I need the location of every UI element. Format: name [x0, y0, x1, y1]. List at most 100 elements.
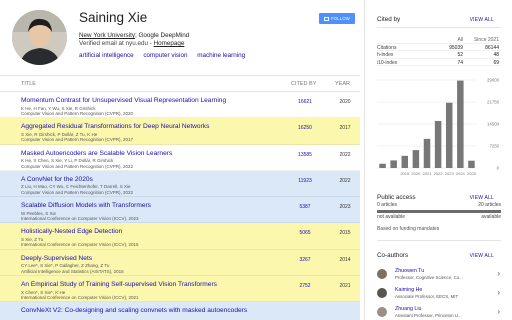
chart-bar-2018[interactable]	[390, 160, 397, 168]
cited-by-count-link[interactable]: 16621	[290, 99, 320, 105]
metrics-row: h-index 52 48	[377, 51, 501, 59]
table-row: Deeply-Supervised Nets CY Lee*, S Xie*, …	[0, 249, 360, 277]
x-tick-label: 2024	[456, 171, 466, 176]
y-tick-label: 7250	[489, 144, 499, 149]
metrics-row: i10-index 74 69	[377, 59, 501, 66]
profile-email: Verified email at nyu.edu - Homepage	[79, 40, 339, 48]
chart-bar-2021[interactable]	[423, 138, 431, 168]
article-venue: Computer Vision and Pattern Recognition …	[21, 137, 133, 143]
coauthor-item[interactable]: Zhuang Liu Assistant Professor, Princeto…	[377, 306, 507, 320]
article-title-link[interactable]: Scalable Diffusion Models with Transform…	[21, 202, 261, 209]
chevron-right-icon[interactable]: ›	[497, 308, 500, 316]
year-column-header[interactable]: YEAR	[335, 81, 350, 87]
coauthor-name[interactable]: Kaiming He	[395, 287, 422, 293]
cited-by-count-link[interactable]: 5065	[290, 230, 320, 236]
article-title-link[interactable]: An Empirical Study of Training Self-supe…	[21, 281, 261, 288]
public-access-title: Public access	[377, 194, 416, 201]
profile-photo	[12, 10, 67, 65]
article-title-link[interactable]: ConvNeXt V2: Co-designing and scaling co…	[21, 307, 261, 314]
cited-by-count-link[interactable]: 5387	[290, 204, 320, 210]
coauthor-name[interactable]: Zhuang Liu	[395, 306, 422, 312]
table-row: A ConvNet for the 2020s Z Liu, H Mao, CY…	[0, 170, 360, 198]
follow-button[interactable]: FOLLOW	[319, 13, 355, 24]
article-year: 2023	[339, 204, 351, 211]
profile-info: Saining Xie New York University; Google …	[79, 10, 339, 60]
metric-all-value: 74	[457, 59, 463, 66]
chart-bar-2024[interactable]	[457, 80, 464, 168]
metric-label: Citations	[377, 44, 397, 51]
articles-list: Momentum Contrast for Unsupervised Visua…	[0, 92, 360, 320]
chart-bar-2023[interactable]	[445, 102, 453, 168]
homepage-link[interactable]: Homepage	[154, 40, 185, 47]
chart-bar-2017[interactable]	[379, 163, 386, 168]
table-row: Masked Autoencoders are Scalable Vision …	[0, 144, 360, 171]
citation-metrics: All Since 2021 Citations 95039 86144 h-i…	[377, 36, 501, 66]
public-access-view-all-link[interactable]: VIEW ALL	[470, 195, 494, 201]
divider	[377, 27, 501, 28]
not-available-label: not available	[377, 214, 406, 220]
affiliation-link[interactable]: New York University	[79, 32, 135, 39]
cited-by-view-all-link[interactable]: VIEW ALL	[470, 17, 494, 23]
mail-icon	[324, 16, 330, 21]
chart-bar-2022[interactable]	[434, 120, 442, 168]
cited-by-count-link[interactable]: 16250	[290, 125, 320, 131]
metrics-row: Citations 95039 86144	[377, 44, 501, 51]
article-year: 2022	[339, 151, 351, 158]
chart-bar-2020[interactable]	[412, 150, 420, 168]
x-tick-label: 2025	[467, 171, 477, 176]
coauthor-avatar	[377, 288, 387, 298]
metric-since-value: 69	[493, 59, 499, 66]
right-sidebar: Cited by VIEW ALL All Since 2021 Citatio…	[365, 0, 512, 320]
chevron-right-icon[interactable]: ›	[497, 289, 500, 297]
metric-all-value: 95039	[449, 44, 463, 51]
article-year: 2017	[339, 125, 351, 132]
table-row: Momentum Contrast for Unsupervised Visua…	[0, 92, 360, 119]
coauthor-avatar	[377, 269, 387, 279]
article-year: 2021	[339, 283, 351, 290]
topic-link[interactable]: machine learning	[197, 52, 245, 59]
article-title-link[interactable]: Deeply-Supervised Nets	[21, 255, 261, 262]
article-title-link[interactable]: A ConvNet for the 2020s	[21, 176, 261, 183]
coauthors-title: Co-authors	[377, 252, 409, 259]
topic-link[interactable]: artificial intelligence	[79, 52, 134, 59]
articles-table-header: TITLE CITED BY YEAR	[0, 75, 360, 92]
chart-bar-2025[interactable]	[468, 160, 475, 168]
coauthor-item[interactable]: Zhuowen Tu Professor, Cognitive Science,…	[377, 268, 507, 285]
coauthors-view-all-link[interactable]: VIEW ALL	[470, 253, 494, 259]
article-year: 2014	[339, 256, 351, 263]
title-column-header[interactable]: TITLE	[21, 81, 36, 87]
metric-since-value: 86144	[485, 44, 499, 51]
cited-by-column-header[interactable]: CITED BY	[291, 81, 316, 87]
chart-bar-2019[interactable]	[401, 155, 409, 168]
follow-label: FOLLOW	[331, 16, 350, 21]
article-title-link[interactable]: Aggregated Residual Transformations for …	[21, 123, 261, 130]
article-authors: S Xie, R Girshick, P Dollár, Z Tu, K He	[21, 131, 98, 137]
cited-by-count-link[interactable]: 13585	[290, 152, 320, 158]
cited-by-count-link[interactable]: 11923	[290, 178, 320, 184]
article-title-link[interactable]: Momentum Contrast for Unsupervised Visua…	[21, 97, 261, 104]
coauthor-item[interactable]: Kaiming He Associate Professor, EECS, MI…	[377, 287, 507, 304]
x-tick-label: 2019	[400, 171, 410, 176]
metrics-header-row: All Since 2021	[377, 36, 501, 44]
cited-by-count-link[interactable]: 3267	[290, 257, 320, 263]
x-tick-label: 2022	[434, 171, 444, 176]
public-access-bar-fill	[377, 210, 501, 213]
article-title-link[interactable]: Holistically-Nested Edge Detection	[21, 228, 261, 235]
article-authors: Z Liu, H Mao, CY Wu, C Feichtenhofer, T …	[21, 184, 131, 190]
metric-all-value: 52	[457, 52, 463, 58]
coauthor-name[interactable]: Zhuowen Tu	[395, 268, 424, 274]
chevron-right-icon[interactable]: ›	[497, 270, 500, 278]
not-available-count: 0 articles	[377, 202, 398, 208]
table-row: An Empirical Study of Training Self-supe…	[0, 276, 360, 303]
y-tick-label: 29000	[487, 78, 500, 83]
affiliation-rest: ; Google DeepMind	[135, 32, 190, 39]
cited-by-count-link[interactable]: 2752	[290, 283, 320, 289]
article-title-link[interactable]: Masked Autoencoders are Scalable Vision …	[21, 150, 261, 157]
coauthor-description: Assistant Professor, Princeton U...	[395, 312, 462, 318]
topic-link[interactable]: computer vision	[143, 52, 187, 59]
article-authors: W Peebles, S Xie	[21, 210, 57, 216]
coauthor-avatar	[377, 307, 387, 317]
article-venue: Computer Vision and Pattern Recognition …	[21, 163, 133, 169]
x-tick-label: 2020	[411, 171, 421, 176]
article-authors: S Xie, Z Tu	[21, 236, 44, 242]
